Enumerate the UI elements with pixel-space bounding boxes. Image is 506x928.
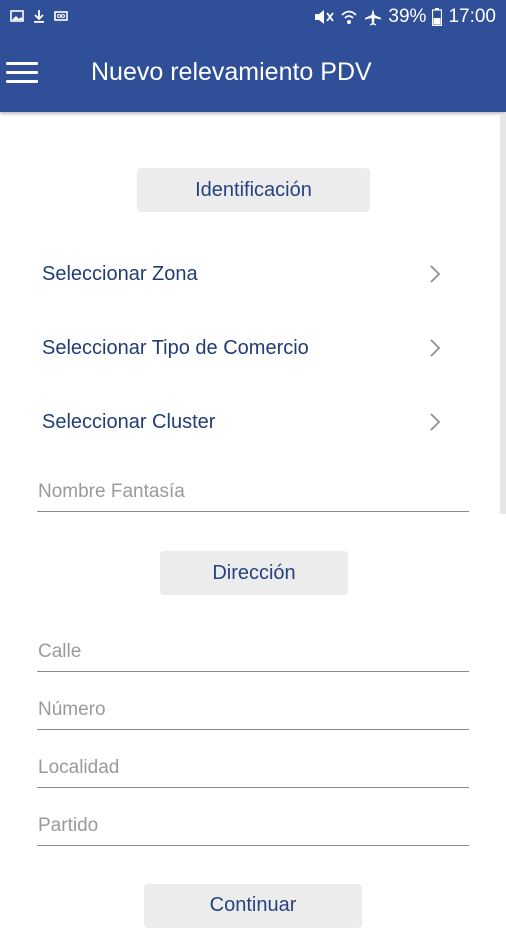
download-icon [34, 10, 44, 23]
calle-field [37, 637, 470, 672]
chevron-right-icon [430, 265, 441, 283]
select-cluster-label: Seleccionar Cluster [42, 410, 216, 433]
select-zona-label: Seleccionar Zona [42, 262, 198, 285]
chevron-right-icon [430, 413, 441, 431]
app-bar: Nuevo relevamiento PDV [0, 36, 506, 112]
battery-icon [432, 8, 443, 26]
localidad-field [37, 753, 470, 788]
image-icon [10, 10, 24, 22]
section-next[interactable]: Continuar [144, 884, 362, 928]
nombre-fantasia-input[interactable] [37, 481, 470, 503]
numero-input[interactable] [37, 699, 470, 721]
wifi-icon [341, 10, 358, 24]
partido-field [37, 811, 470, 846]
select-tipo-comercio[interactable]: Seleccionar Tipo de Comercio [42, 328, 442, 368]
clock: 17:00 [448, 6, 496, 27]
select-tipo-comercio-label: Seleccionar Tipo de Comercio [42, 336, 309, 359]
select-cluster[interactable]: Seleccionar Cluster [42, 402, 442, 442]
scrollbar[interactable] [500, 114, 506, 514]
section-direccion[interactable]: Dirección [160, 551, 348, 595]
status-bar: 39% 17:00 [0, 0, 506, 36]
section-identificacion[interactable]: Identificación [137, 168, 370, 212]
partido-input[interactable] [37, 815, 470, 837]
airplane-icon [365, 9, 382, 26]
page-title: Nuevo relevamiento PDV [91, 58, 372, 86]
chevron-right-icon [430, 339, 441, 357]
battery-percentage: 39% [388, 6, 427, 27]
calle-input[interactable] [37, 641, 470, 663]
select-zona[interactable]: Seleccionar Zona [42, 254, 442, 294]
numero-field [37, 695, 470, 730]
voicemail-icon [54, 11, 68, 21]
mute-icon [315, 10, 335, 24]
menu-icon[interactable] [6, 60, 38, 86]
localidad-input[interactable] [37, 757, 470, 779]
nombre-fantasia-field [37, 477, 470, 512]
